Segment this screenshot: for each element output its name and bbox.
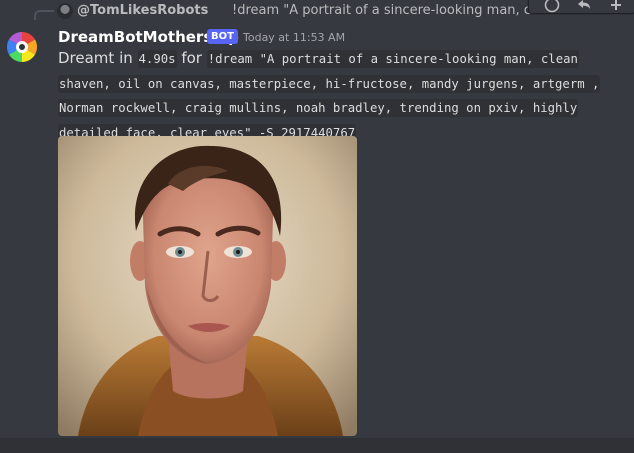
message-prefix: Dreamt in — [58, 49, 133, 67]
duration-code: 4.90s — [137, 50, 177, 68]
reply-author-name[interactable]: @TomLikesRobots — [77, 3, 208, 18]
message-content: Dreamt in 4.90s for !dream "A portrait o… — [58, 47, 630, 145]
message-connector: for — [181, 49, 202, 67]
more-icon[interactable] — [605, 0, 627, 11]
add-reaction-icon[interactable] — [541, 0, 563, 13]
bottom-divider — [0, 438, 634, 453]
reply-icon[interactable] — [573, 0, 595, 11]
bot-badge: BOT — [207, 29, 238, 44]
generated-portrait-image[interactable] — [58, 136, 357, 436]
reply-snippet[interactable]: !dream "A portrait of a sincere-looking … — [232, 3, 552, 18]
message-toolbar — [528, 0, 634, 14]
message-timestamp[interactable]: Today at 11:53 AM — [243, 31, 345, 44]
reply-author-avatar[interactable] — [57, 3, 73, 19]
bot-avatar[interactable] — [4, 29, 40, 65]
reply-spine — [34, 10, 54, 20]
